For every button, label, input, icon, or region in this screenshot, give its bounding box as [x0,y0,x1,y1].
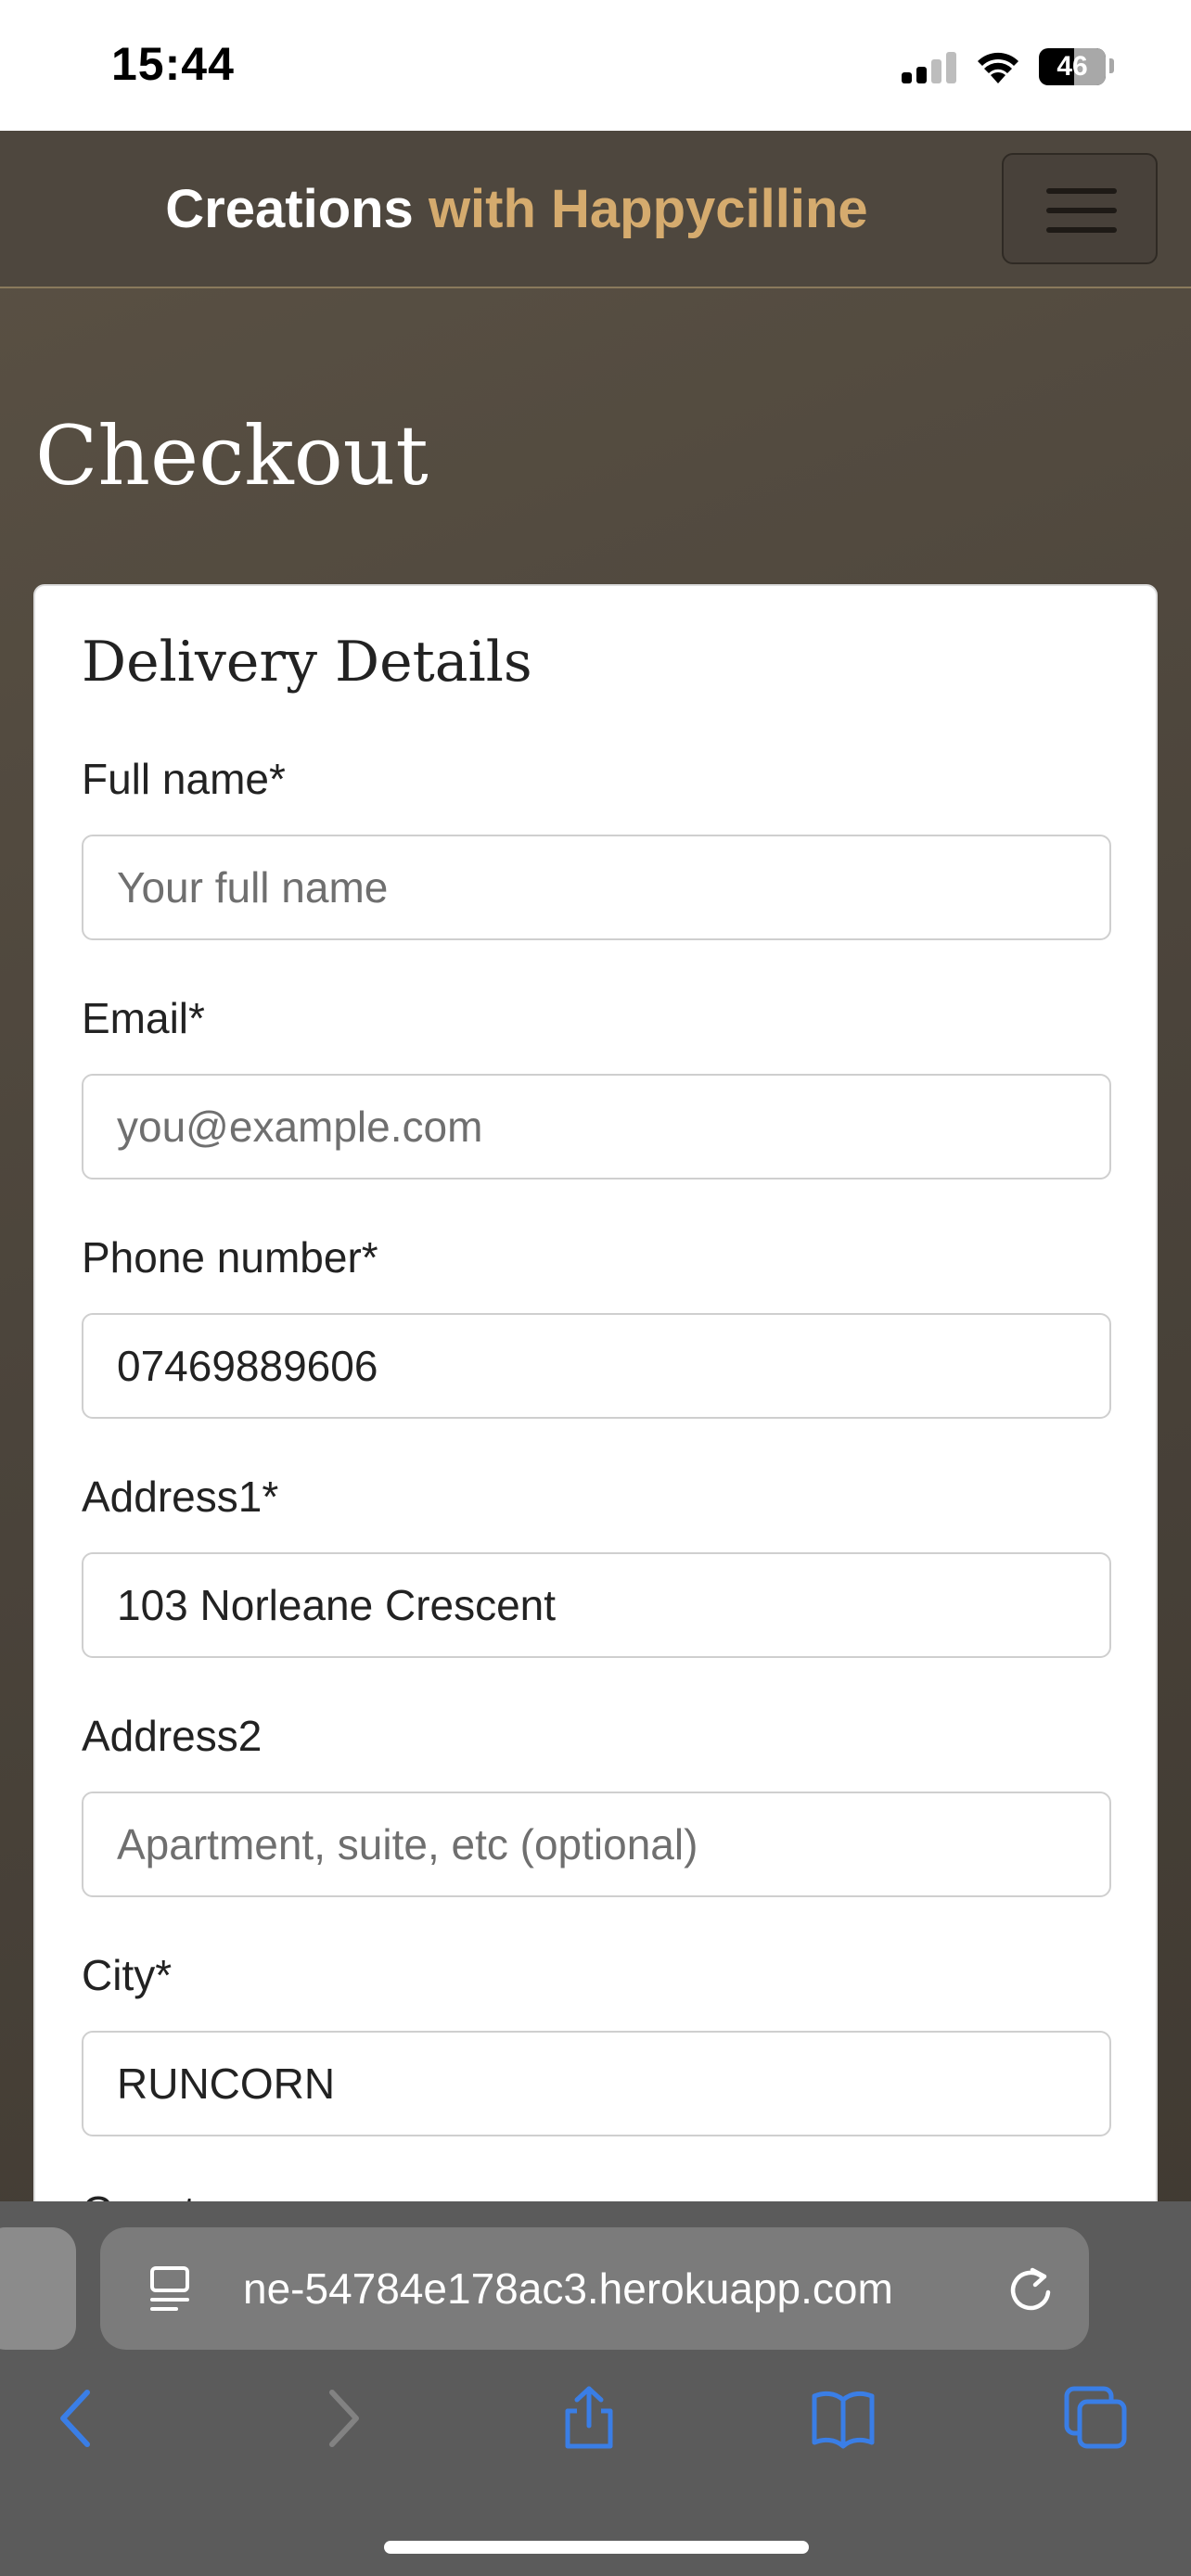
back-icon[interactable] [48,2385,113,2452]
previous-tab-preview[interactable] [0,2227,76,2350]
page-title: Checkout [35,408,429,504]
wifi-icon [978,52,1018,83]
delivery-details-heading: Delivery Details [82,630,532,695]
brand-primary: Creations [165,179,414,239]
reload-icon[interactable] [1007,2264,1054,2313]
status-time: 15:44 [111,38,235,90]
home-indicator[interactable] [384,2541,809,2554]
email-label: Email* [82,994,205,1042]
address1-input[interactable] [82,1552,1111,1658]
share-icon[interactable] [557,2385,621,2452]
hamburger-menu-button[interactable] [1002,153,1158,264]
brand-logo[interactable]: Creations with Happycilline [0,131,1033,288]
url-text[interactable]: ne-54784e178ac3.herokuapp.com [243,2227,985,2350]
status-bar: 15:44 46 [0,0,1191,131]
full-name-input[interactable] [82,835,1111,940]
brand-accent: with Happycilline [428,179,868,239]
address2-input[interactable] [82,1792,1111,1897]
forward-icon[interactable] [306,2385,371,2452]
email-input[interactable] [82,1074,1111,1180]
battery-level: 46 [1057,51,1088,82]
reader-mode-icon[interactable] [148,2264,191,2315]
navbar: Creations with Happycilline [0,131,1191,288]
cellular-signal-icon [902,52,957,83]
phone-number-label: Phone number* [82,1233,378,1282]
address2-label: Address2 [82,1712,263,1760]
bookmarks-icon[interactable] [811,2385,876,2452]
full-name-label: Full name* [82,755,286,803]
hamburger-menu-icon [1046,188,1117,194]
address1-label: Address1* [82,1473,279,1521]
city-input[interactable] [82,2031,1111,2136]
phone-number-input[interactable] [82,1313,1111,1419]
city-label: City* [82,1951,173,1999]
battery-icon: 46 [1039,48,1106,85]
tabs-icon[interactable] [1063,2385,1128,2452]
